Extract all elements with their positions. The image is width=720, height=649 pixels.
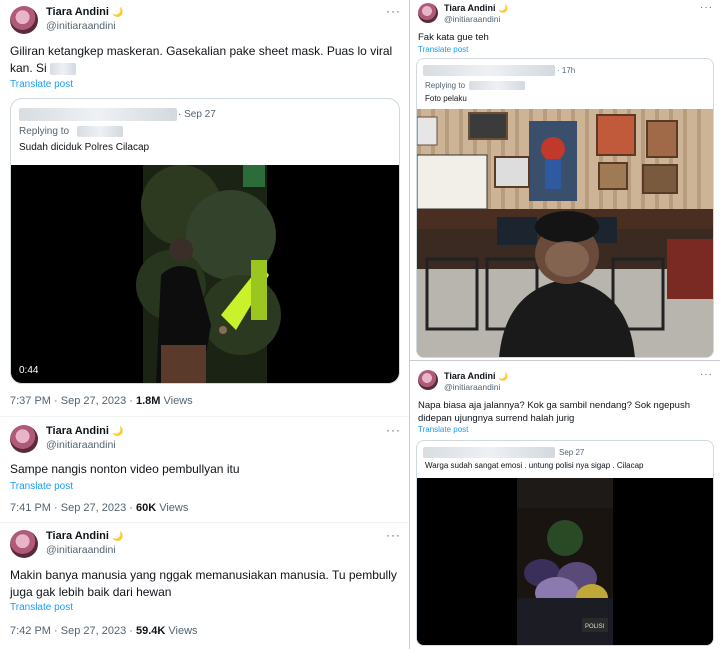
avatar[interactable] <box>10 530 38 558</box>
tweet-text: Napa biasa aja jalannya? Kok ga sambil n… <box>418 400 691 424</box>
user-handle[interactable]: @initiaraandini <box>444 382 500 392</box>
quote-text: Sudah diciduk Polres Cilacap <box>19 142 150 153</box>
tweet-text: Sampe nangis nonton video pembullyan itu <box>10 462 240 476</box>
redacted-user <box>423 65 555 76</box>
photo-image <box>417 109 713 357</box>
tweet-text: Giliran ketangkep maskeran. Gasekalian p… <box>10 44 393 75</box>
more-options-icon[interactable]: ··· <box>386 4 401 18</box>
redacted-user <box>423 447 555 458</box>
svg-text:POLISI: POLISI <box>585 624 605 630</box>
user-handle[interactable]: @initiaraandini <box>46 20 116 32</box>
replying-to: Replying to <box>19 126 70 137</box>
tweet-timestamp: 7:41 PM · Sep 27, 2023 · 60K Views <box>10 502 189 514</box>
left-panel: Tiara Andini 🌙 @initiaraandini ··· Gilir… <box>0 0 410 649</box>
video-duration: 0:44 <box>19 365 39 376</box>
video-player[interactable]: POLISI <box>417 478 713 645</box>
quoted-tweet[interactable]: Sep 27 Warga sudah sangat emosi . untung… <box>416 440 714 646</box>
video-frame: POLISI <box>417 478 713 645</box>
divider <box>0 522 409 523</box>
display-name[interactable]: Tiara Andini 🌙 <box>444 3 508 13</box>
divider <box>410 360 720 361</box>
quote-date: · Sep 27 <box>178 109 216 120</box>
more-options-icon[interactable]: ··· <box>700 369 713 380</box>
video-frame <box>11 165 399 383</box>
translate-link[interactable]: Translate post <box>418 425 468 434</box>
redacted-user <box>19 108 177 121</box>
avatar[interactable] <box>10 6 38 34</box>
display-name[interactable]: Tiara Andini 🌙 <box>46 425 123 437</box>
redacted-reply-user <box>469 81 525 90</box>
user-handle[interactable]: @initiaraandini <box>46 439 116 451</box>
redacted-name <box>50 62 77 75</box>
replying-to: Replying to <box>425 81 466 90</box>
avatar[interactable] <box>418 370 438 390</box>
more-options-icon[interactable]: ··· <box>386 423 401 437</box>
translate-link[interactable]: Translate post <box>418 45 468 54</box>
redacted-reply-user <box>77 126 123 137</box>
avatar[interactable] <box>10 425 38 453</box>
tweet-timestamp: 7:37 PM · Sep 27, 2023 · 1.8M Views <box>10 395 193 407</box>
user-handle[interactable]: @initiaraandini <box>444 14 500 24</box>
divider <box>0 416 409 417</box>
tweet-text: Makin banya manusia yang nggak memanusia… <box>10 568 397 599</box>
translate-link[interactable]: Translate post <box>10 481 73 492</box>
user-handle[interactable]: @initiaraandini <box>46 544 116 556</box>
quoted-tweet[interactable]: · Sep 27 Replying to Sudah diciduk Polre… <box>10 98 400 384</box>
display-name[interactable]: Tiara Andini 🌙 <box>46 530 123 542</box>
display-name[interactable]: Tiara Andini 🌙 <box>444 371 508 381</box>
quote-date: · 17h <box>557 66 576 75</box>
display-name[interactable]: Tiara Andini 🌙 <box>46 6 123 18</box>
more-options-icon[interactable]: ··· <box>700 2 713 13</box>
more-options-icon[interactable]: ··· <box>386 528 401 542</box>
quoted-tweet[interactable]: · 17h Replying to Foto pelaku <box>416 58 714 358</box>
tweet-text: Fak kata gue teh <box>418 32 489 43</box>
tweet-timestamp: 7:42 PM · Sep 27, 2023 · 59.4K Views <box>10 625 198 637</box>
avatar[interactable] <box>418 3 438 23</box>
quote-text: Foto pelaku <box>425 94 467 103</box>
translate-link[interactable]: Translate post <box>10 79 73 90</box>
video-player[interactable]: 0:44 <box>11 165 399 383</box>
photo[interactable] <box>417 109 713 357</box>
translate-link[interactable]: Translate post <box>10 602 73 613</box>
right-panel: Tiara Andini 🌙 @initiaraandini ··· Fak k… <box>410 0 720 649</box>
quote-date: Sep 27 <box>559 448 585 457</box>
quote-text: Warga sudah sangat emosi . untung polisi… <box>425 461 644 470</box>
